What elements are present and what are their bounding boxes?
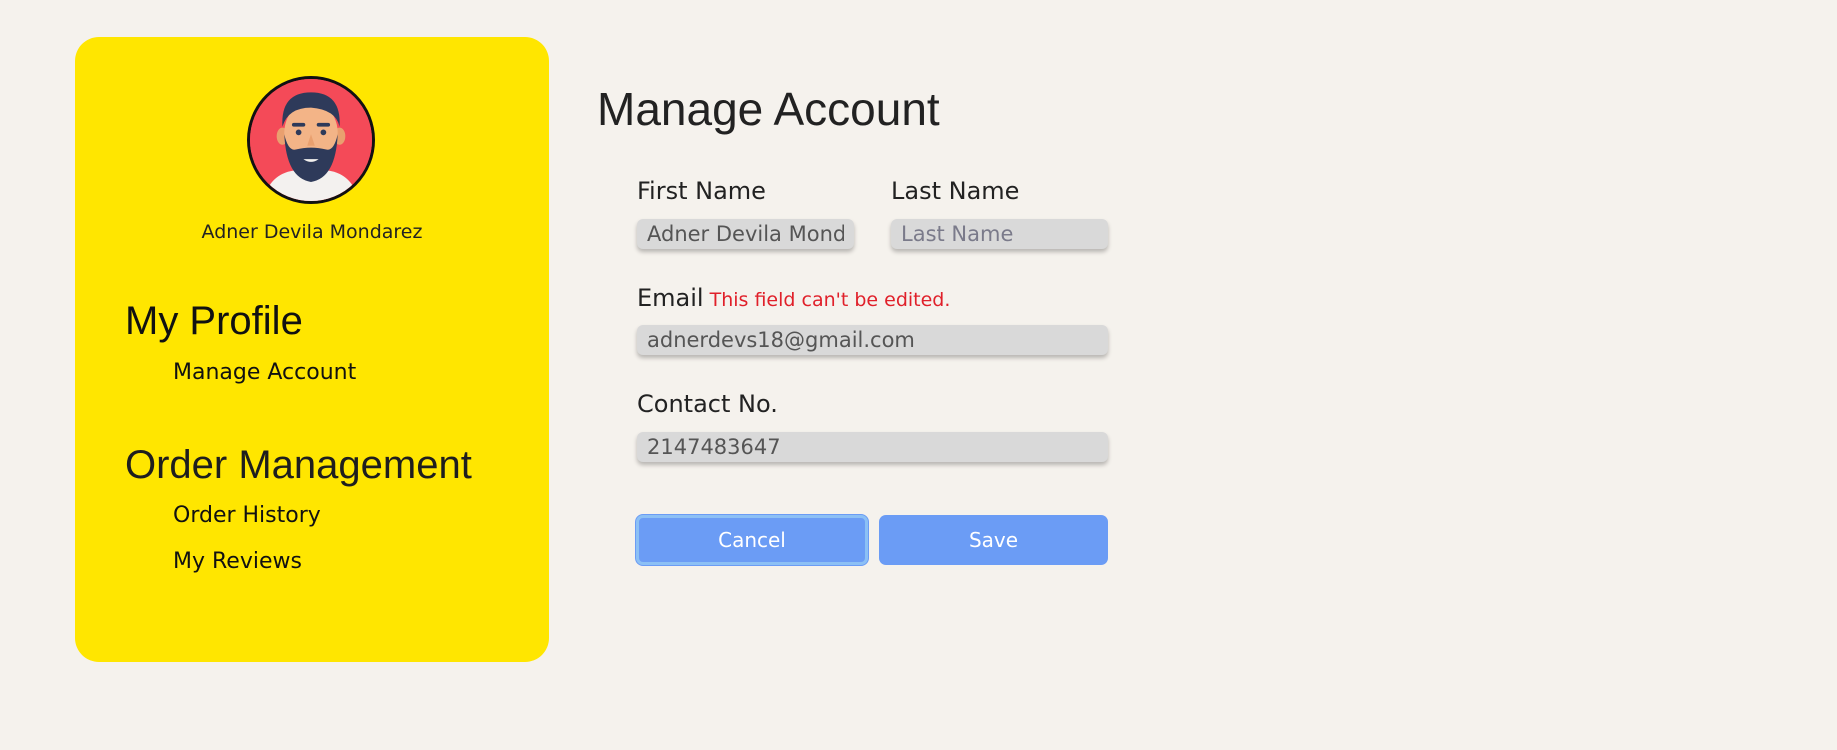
page-title: Manage Account — [597, 83, 940, 135]
email-label: Email — [637, 284, 704, 312]
last-name-input[interactable] — [891, 219, 1108, 249]
sidebar-item-my-reviews[interactable]: My Reviews — [173, 549, 302, 574]
section-title-order-management: Order Management — [125, 443, 472, 487]
sidebar-item-order-history[interactable]: Order History — [173, 503, 321, 528]
user-name: Adner Devila Mondarez — [201, 221, 423, 243]
first-name-label: First Name — [637, 177, 766, 205]
profile-sidebar: Adner Devila Mondarez My Profile Manage … — [75, 37, 549, 662]
user-avatar — [247, 76, 375, 204]
bearded-man-avatar-icon — [250, 79, 372, 201]
first-name-input[interactable] — [637, 219, 854, 249]
sidebar-item-manage-account[interactable]: Manage Account — [173, 360, 356, 385]
cancel-button[interactable]: Cancel — [636, 515, 868, 565]
email-input[interactable] — [637, 325, 1108, 355]
save-button[interactable]: Save — [879, 515, 1108, 565]
contact-label: Contact No. — [637, 390, 778, 418]
last-name-label: Last Name — [891, 177, 1020, 205]
contact-input[interactable] — [637, 432, 1108, 462]
email-readonly-warning: This field can't be edited. — [709, 289, 951, 311]
email-label-row: Email This field can't be edited. — [637, 284, 950, 312]
section-title-my-profile: My Profile — [125, 299, 303, 343]
